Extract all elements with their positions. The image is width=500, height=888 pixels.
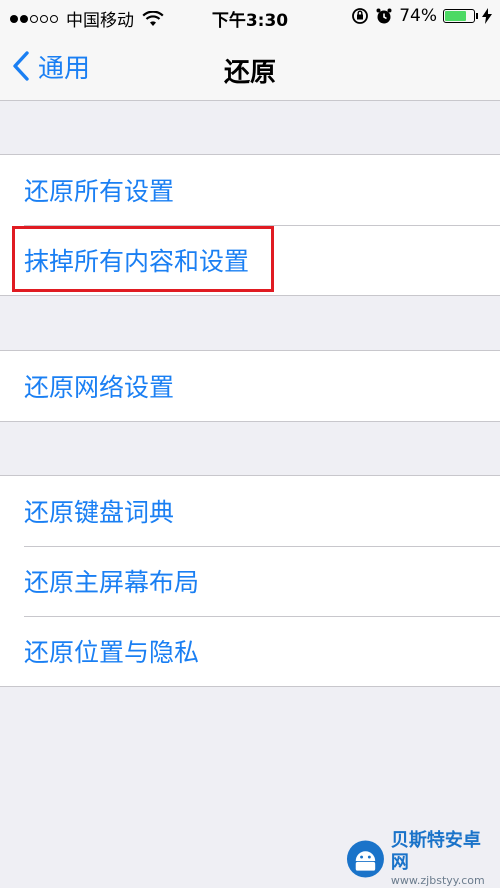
reset-location-privacy-cell[interactable]: 还原位置与隐私 <box>0 616 500 686</box>
battery-level-fill <box>445 11 466 21</box>
charging-bolt-icon <box>482 8 492 24</box>
navigation-bar: 通用 还原 <box>0 34 500 101</box>
reset-group-2: 还原网络设置 <box>0 350 500 422</box>
alarm-icon <box>376 8 392 24</box>
status-bar-right: 74% <box>351 6 492 26</box>
page-title: 还原 <box>223 58 276 88</box>
highlight-box <box>12 226 274 292</box>
cell-label: 还原主屏幕布局 <box>24 568 200 597</box>
cell-label: 还原键盘词典 <box>24 498 175 527</box>
android-logo-icon <box>346 840 384 878</box>
watermark-url: www.zjbstyy.com <box>390 874 485 887</box>
cell-label: 还原网络设置 <box>24 373 175 402</box>
battery-icon <box>443 9 478 23</box>
cell-label: 还原所有设置 <box>24 177 175 206</box>
reset-all-settings-cell[interactable]: 还原所有设置 <box>0 155 500 225</box>
reset-keyboard-dictionary-cell[interactable]: 还原键盘词典 <box>0 476 500 546</box>
reset-group-3: 还原键盘词典 还原主屏幕布局 还原位置与隐私 <box>0 475 500 687</box>
watermark: 贝斯特安卓网 www.zjbstyy.com <box>346 830 496 887</box>
battery-percentage: 74% <box>399 6 437 26</box>
status-bar: 中国移动 下午3:30 74% <box>0 0 500 34</box>
watermark-title: 贝斯特安卓网 <box>390 830 481 873</box>
reset-home-screen-layout-cell[interactable]: 还原主屏幕布局 <box>0 546 500 616</box>
reset-network-settings-cell[interactable]: 还原网络设置 <box>0 351 500 421</box>
orientation-lock-icon <box>352 8 369 24</box>
cell-label: 还原位置与隐私 <box>24 638 200 667</box>
